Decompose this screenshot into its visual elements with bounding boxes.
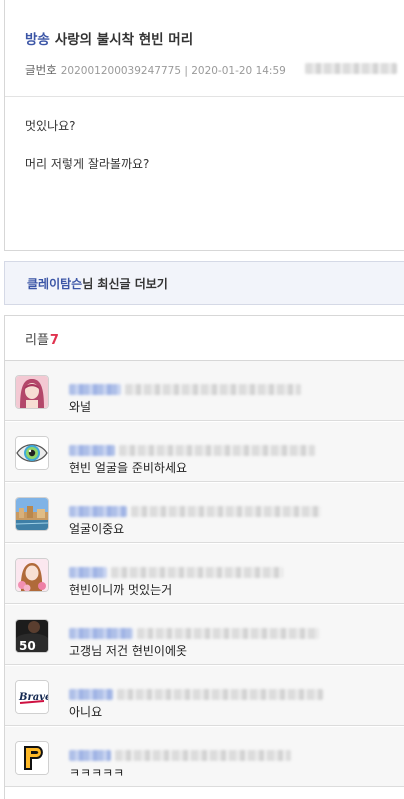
reply-info-blurred [117,689,323,700]
reply-item: ㅋㅋㅋㅋㅋ [5,727,404,787]
city-landscape-avatar[interactable] [15,497,49,531]
reply-item: Braves 아니요 [5,666,404,726]
reply-info-blurred [111,567,283,578]
replies-header: 리플7 [5,316,404,361]
reply-meta-blurred[interactable] [69,684,323,700]
post-header: 방송 사랑의 불시착 현빈 머리 글번호 202001200039247775 | … [5,0,404,97]
reply-nickname-blurred[interactable] [69,689,113,700]
reply-nickname-blurred[interactable] [69,506,127,517]
eye-icon[interactable] [15,436,49,470]
reply-text: 현빈이니까 멋있는거 [69,583,173,597]
post-title-text: 사랑의 불시착 현빈 머리 [54,32,194,48]
author-more-posts-bar[interactable]: 클레이탐슨님 최신글 더보기 [4,261,404,305]
reply-meta-blurred[interactable] [69,745,291,761]
reply-nickname-blurred[interactable] [69,567,107,578]
post-number-label: 글번호 [25,63,57,77]
svg-text:50: 50 [19,639,36,652]
reply-info-blurred [125,384,301,395]
reply-meta-blurred[interactable] [69,562,283,578]
reply-info-blurred [119,445,315,456]
replies-label: 리플 [25,333,49,348]
reply-meta-blurred[interactable] [69,501,321,517]
reply-item: 얼굴이중요 [5,483,404,543]
replies-title: 리플7 [25,329,59,348]
reply-text: 고갱님 저건 현빈이에옷 [69,644,188,658]
reply-meta-blurred[interactable] [69,440,315,456]
reply-text: ㅋㅋㅋㅋㅋ [69,766,125,780]
reply-text: 와널 [69,400,92,414]
post-body: 멋있나요? 머리 저렇게 잘라볼까요? [25,118,149,194]
post-meta: 글번호 202001200039247775 | 2020-01-20 14:59 [25,62,286,78]
reply-item: 와널 [5,361,404,421]
reply-count: 7 [49,333,59,348]
more-posts-link[interactable]: 클레이탐슨님 최신글 더보기 [27,275,168,292]
pirates-p-logo-avatar[interactable] [15,741,49,775]
woman-portrait-avatar[interactable] [15,375,49,409]
reply-text: 얼굴이중요 [69,522,125,536]
post-body-line: 머리 저렇게 잘라볼까요? [25,157,150,171]
baseball-jersey-avatar[interactable]: 50 [15,619,49,653]
more-posts-suffix[interactable]: 님 최신글 더보기 [82,277,168,291]
reply-meta-blurred[interactable] [69,623,319,639]
braves-logo-avatar[interactable]: Braves [15,680,49,714]
reply-nickname-blurred[interactable] [69,750,111,761]
post-category[interactable]: 방송 [25,32,50,48]
woman-with-flowers-avatar[interactable] [15,558,49,592]
reply-text: 현빈 얼굴을 준비하세요 [69,461,188,475]
post-card: 방송 사랑의 불시착 현빈 머리 글번호 202001200039247775 | … [4,0,404,251]
replies-section: 리플7 와널 현빈 얼굴을 준비하세요 얼굴이중요 현빈이니까 멋있는거 50 … [4,315,404,799]
more-posts-author[interactable]: 클레이탐슨 [27,277,82,291]
reply-item: 현빈이니까 멋있는거 [5,544,404,604]
reply-info-blurred [115,750,291,761]
reply-item: 현빈 얼굴을 준비하세요 [5,422,404,482]
reply-text: 아니요 [69,705,103,719]
post-author-blurred[interactable] [305,63,397,74]
reply-item: 50 고갱님 저건 현빈이에옷 [5,605,404,665]
reply-info-blurred [137,628,319,639]
reply-nickname-blurred[interactable] [69,384,121,395]
reply-nickname-blurred[interactable] [69,445,115,456]
reply-meta-blurred[interactable] [69,379,301,395]
reply-info-blurred [131,506,321,517]
post-number-date: 202001200039247775 | 2020-01-20 14:59 [60,65,286,77]
post-title: 방송 사랑의 불시착 현빈 머리 [25,28,193,48]
reply-nickname-blurred[interactable] [69,628,133,639]
post-body-line: 멋있나요? [25,119,76,133]
